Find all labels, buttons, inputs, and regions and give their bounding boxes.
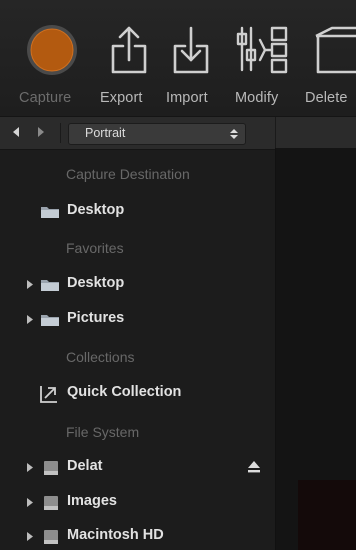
- drive-icon: [44, 461, 58, 475]
- workspace-select-value: Portrait: [85, 126, 126, 140]
- chevron-left-icon: [12, 127, 19, 137]
- capture-label: Capture: [19, 90, 72, 106]
- disclosure-triangle-icon[interactable]: [27, 532, 33, 541]
- disclosure-triangle-icon[interactable]: [27, 315, 33, 324]
- back-button[interactable]: [9, 124, 23, 140]
- delete-icon: [315, 26, 356, 74]
- modify-label: Modify: [235, 90, 279, 106]
- forward-button[interactable]: [33, 124, 47, 140]
- section-file-system: File System: [66, 424, 140, 440]
- export-icon: [111, 26, 147, 74]
- divider: [275, 117, 276, 149]
- capture-icon: [27, 25, 77, 75]
- modify-icon: [236, 26, 288, 74]
- volume-macintosh-hd[interactable]: Macintosh HD: [0, 524, 275, 550]
- item-label: Images: [67, 493, 117, 509]
- toolbar: Capture Export Import Modify Delete: [0, 0, 356, 116]
- delete-button[interactable]: Delete: [302, 0, 356, 116]
- volume-delat[interactable]: Delat: [0, 455, 275, 481]
- section-capture-destination: Capture Destination: [66, 166, 190, 182]
- item-label: Desktop: [67, 202, 125, 218]
- disclosure-triangle-icon[interactable]: [27, 280, 33, 289]
- eject-icon[interactable]: [247, 460, 261, 474]
- volume-images[interactable]: Images: [0, 490, 275, 516]
- item-label: Delat: [67, 458, 103, 474]
- import-button[interactable]: Import: [163, 0, 225, 116]
- favorite-pictures[interactable]: Pictures: [0, 307, 275, 333]
- item-label: Quick Collection: [67, 384, 182, 400]
- disclosure-triangle-icon[interactable]: [27, 463, 33, 472]
- divider: [60, 123, 61, 143]
- folder-icon: [41, 207, 59, 218]
- select-arrows-icon: [230, 129, 238, 139]
- workspace-select[interactable]: Portrait: [68, 123, 246, 145]
- chevron-right-icon: [37, 127, 44, 137]
- item-label: Desktop: [67, 275, 125, 291]
- quick-collection[interactable]: Quick Collection: [0, 381, 275, 407]
- browser-navbar: Portrait: [0, 116, 356, 150]
- capture-button[interactable]: Capture: [0, 0, 95, 116]
- viewer-image-preview: [298, 480, 356, 550]
- section-collections: Collections: [66, 349, 135, 365]
- item-label: Pictures: [67, 310, 125, 326]
- library-sidebar: Capture Destination Desktop Favorites De…: [0, 150, 275, 550]
- delete-label: Delete: [305, 90, 348, 106]
- import-icon: [173, 26, 209, 74]
- favorite-desktop[interactable]: Desktop: [0, 272, 275, 298]
- modify-button[interactable]: Modify: [232, 0, 294, 116]
- folder-icon: [41, 315, 59, 326]
- drive-icon: [44, 530, 58, 544]
- drive-icon: [44, 496, 58, 510]
- export-button[interactable]: Export: [97, 0, 159, 116]
- disclosure-triangle-icon[interactable]: [27, 498, 33, 507]
- quick-collection-icon: [40, 386, 57, 403]
- capture-destination-desktop[interactable]: Desktop: [0, 199, 275, 225]
- import-label: Import: [166, 90, 208, 106]
- item-label: Macintosh HD: [67, 527, 164, 543]
- folder-icon: [41, 280, 59, 291]
- section-favorites: Favorites: [66, 240, 124, 256]
- export-label: Export: [100, 90, 143, 106]
- viewer-area[interactable]: [276, 148, 356, 550]
